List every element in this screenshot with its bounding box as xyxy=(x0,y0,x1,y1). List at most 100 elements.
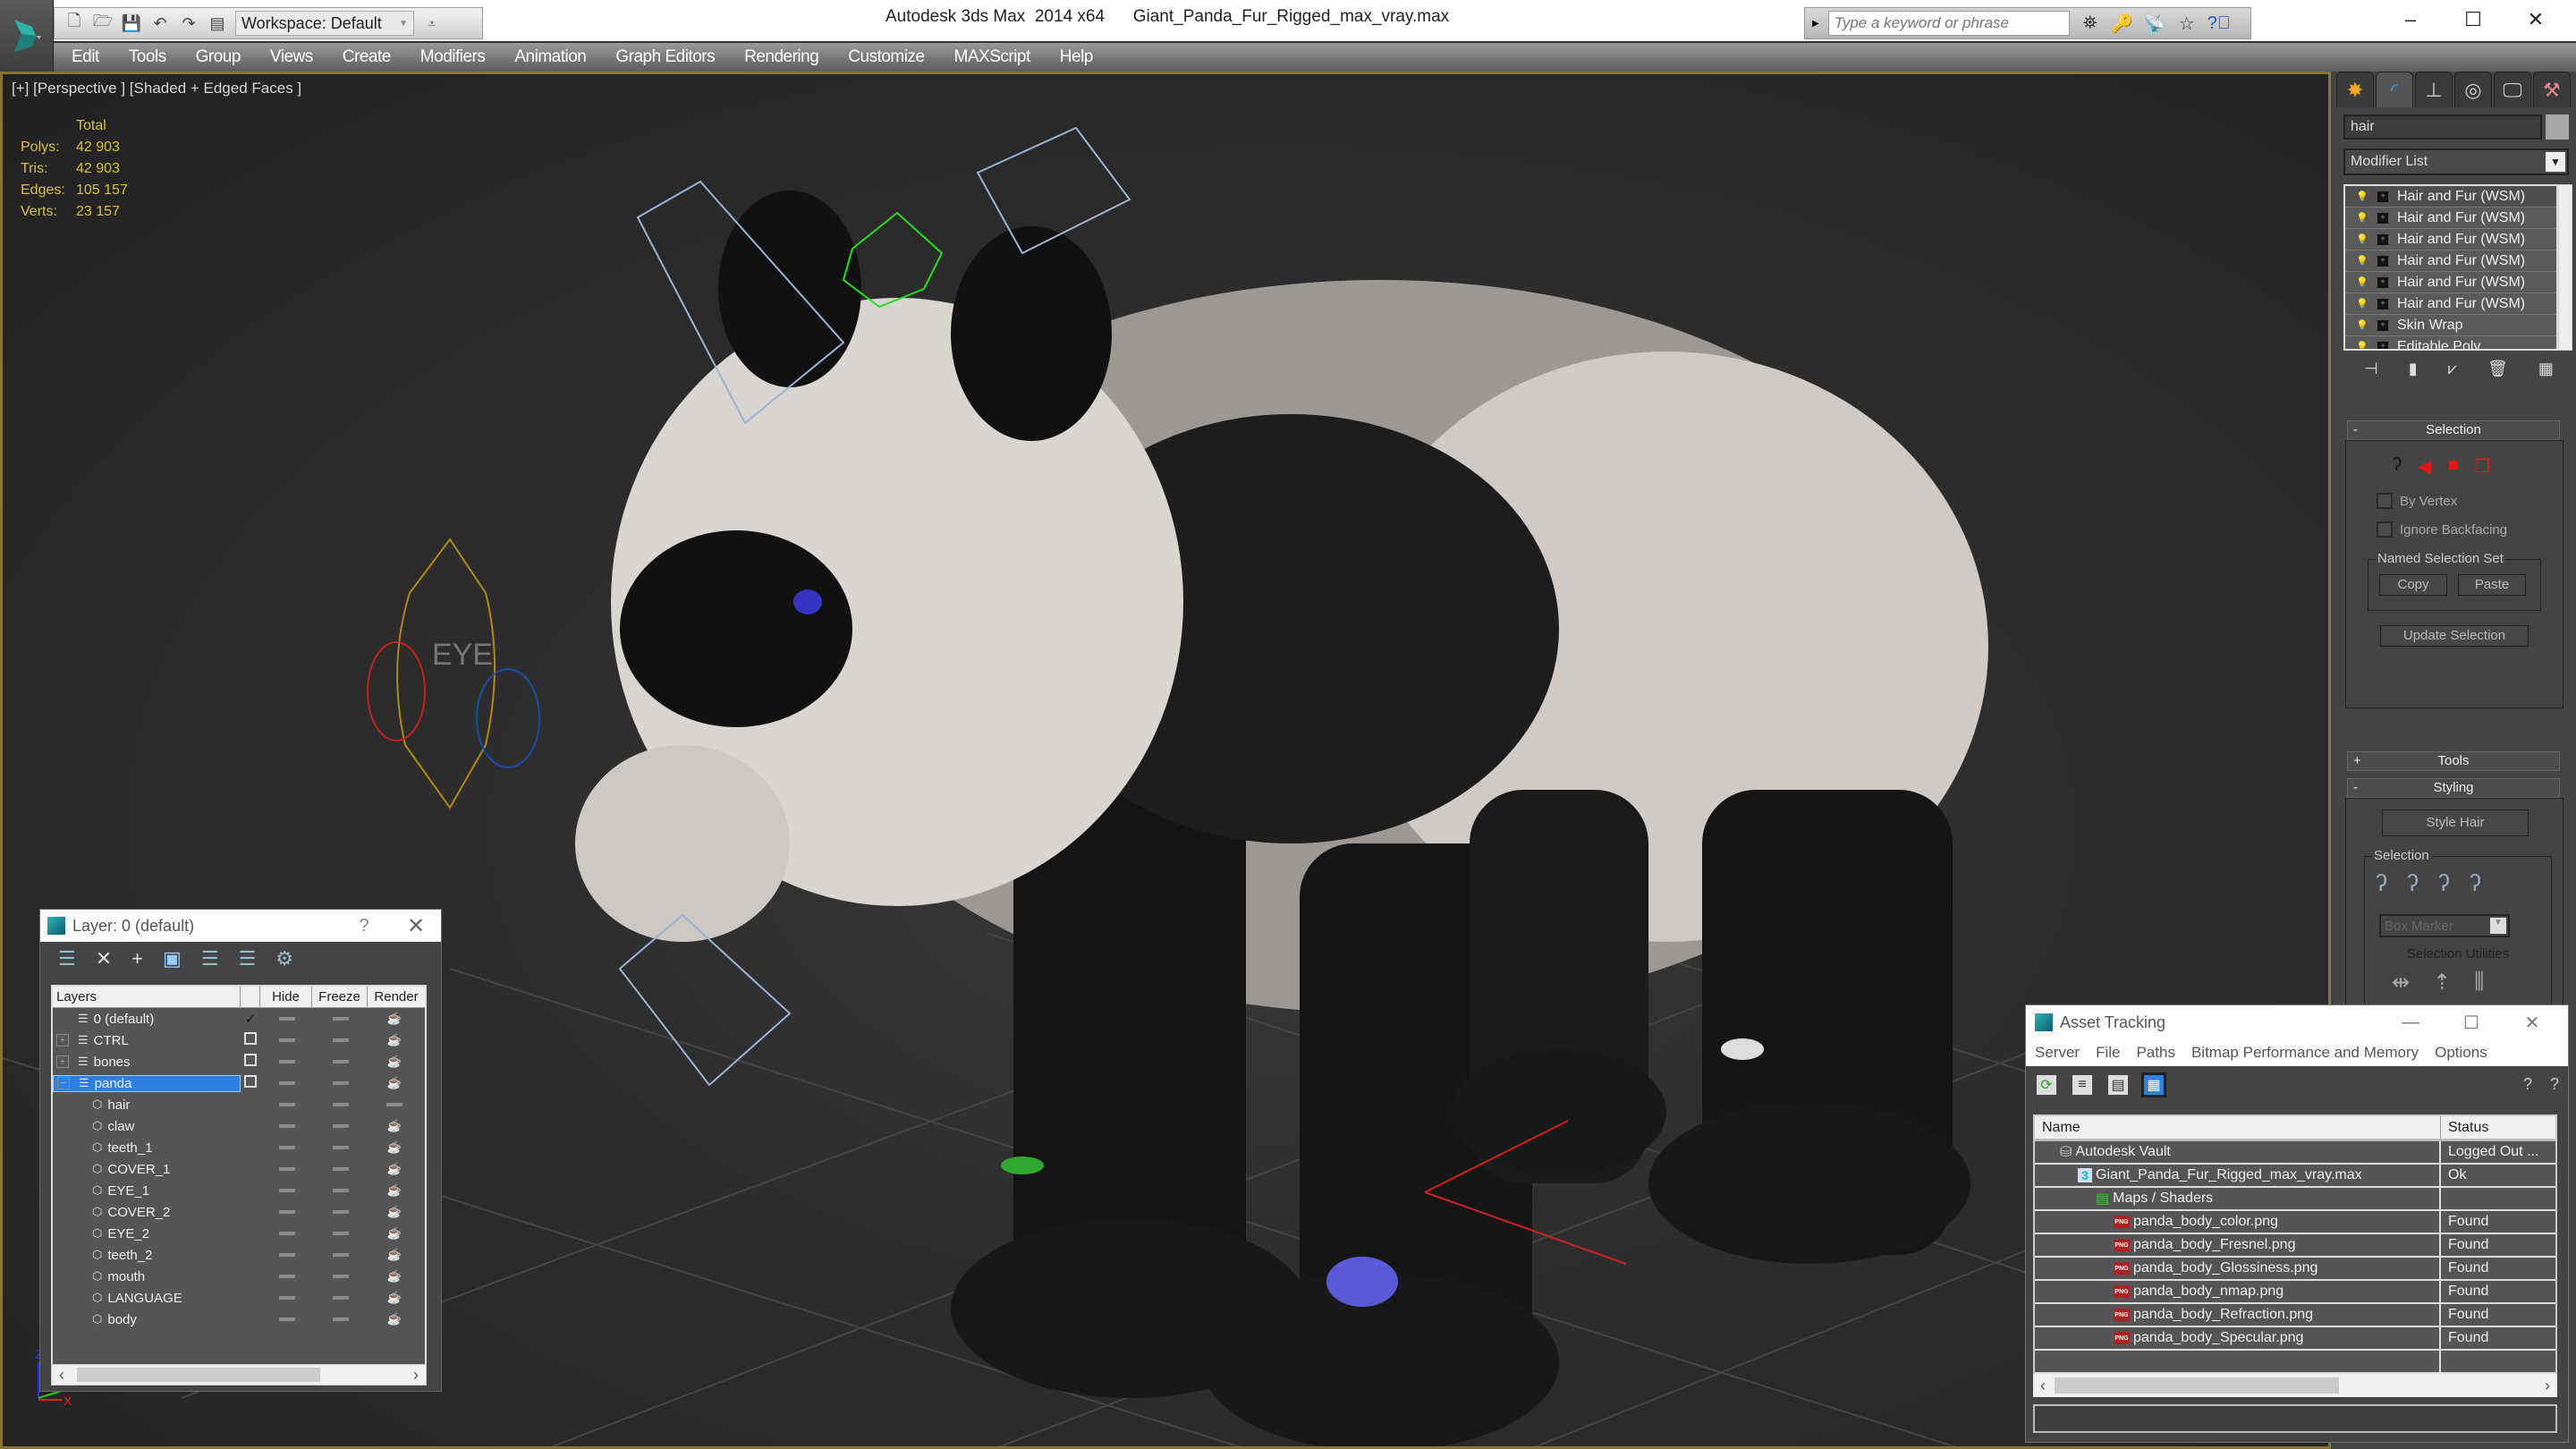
face-subobject-icon[interactable]: ◀ xyxy=(2418,455,2431,478)
modifier-stack-item[interactable]: 💡 + Editable Poly xyxy=(2345,336,2556,349)
key-icon[interactable]: 🔑 xyxy=(2111,13,2134,35)
asset-horizontal-scrollbar[interactable]: ‹ › xyxy=(2033,1374,2557,1397)
tab-modify[interactable]: ◜ xyxy=(2376,72,2413,107)
hide-toggle[interactable] xyxy=(260,1296,314,1300)
render-teapot-icon[interactable]: ☕ xyxy=(368,1248,421,1262)
expand-icon[interactable]: + xyxy=(2377,233,2388,245)
customize-toolbar-icon[interactable]: ⩡ xyxy=(421,13,443,34)
hide-toggle[interactable] xyxy=(260,1253,314,1257)
freeze-toggle[interactable] xyxy=(314,1081,368,1085)
rollout-tools-header[interactable]: + Tools xyxy=(2347,751,2560,771)
current-layer-toggle[interactable] xyxy=(241,1032,260,1048)
menu-views[interactable]: Views xyxy=(270,47,313,67)
show-end-result-icon[interactable]: ▮ xyxy=(2409,360,2418,378)
render-teapot-icon[interactable]: ☕ xyxy=(368,1226,421,1241)
hide-toggle[interactable] xyxy=(260,1146,314,1149)
asset-menu-options[interactable]: Options xyxy=(2435,1044,2487,1062)
layer-properties-icon[interactable]: ⚙ xyxy=(275,947,293,970)
minimize-button[interactable]: — xyxy=(2384,1013,2437,1033)
detail-view-icon[interactable]: ▤ xyxy=(2108,1075,2128,1095)
application-menu-button[interactable] xyxy=(0,0,54,72)
binoculars-icon[interactable]: ⛯ xyxy=(2079,13,2102,34)
highlight-layer-icon[interactable]: ☰ xyxy=(239,947,257,970)
hide-toggle[interactable] xyxy=(260,1318,314,1321)
render-teapot-icon[interactable]: ☕ xyxy=(368,1033,421,1047)
context-help-icon[interactable]: ? xyxy=(2550,1075,2559,1094)
hide-toggle[interactable] xyxy=(260,1232,314,1235)
tab-display[interactable]: 🖵 xyxy=(2494,72,2531,107)
render-toggle[interactable] xyxy=(368,1103,421,1106)
modifier-stack-item[interactable]: 💡 + Hair and Fur (WSM) xyxy=(2345,208,2556,229)
layer-row[interactable]: ⬡ hair xyxy=(53,1094,425,1115)
style-hair-button[interactable]: Style Hair xyxy=(2382,809,2529,836)
refresh-icon[interactable]: ⟳ xyxy=(2037,1075,2056,1095)
layer-row[interactable]: − ☰ panda ☕ xyxy=(53,1072,425,1094)
tab-utilities[interactable]: ⚒ xyxy=(2533,72,2571,107)
modifier-stack-item[interactable]: 💡 + Hair and Fur (WSM) xyxy=(2345,250,2556,272)
modifier-stack-item[interactable]: 💡 + Hair and Fur (WSM) xyxy=(2345,229,2556,250)
select-guide-vertices-icon[interactable]: ʔ xyxy=(2438,869,2450,897)
expand-icon[interactable]: + xyxy=(2377,212,2388,224)
scroll-left-icon[interactable]: ‹ xyxy=(59,1366,64,1385)
save-file-icon[interactable]: 💾 xyxy=(121,13,142,34)
star-icon[interactable]: ☆ xyxy=(2175,13,2199,35)
asset-row[interactable]: PNG panda_body_color.png Found xyxy=(2035,1211,2555,1234)
lightbulb-icon[interactable]: 💡 xyxy=(2356,255,2368,267)
column-layers[interactable]: Layers xyxy=(53,987,241,1007)
menu-animation[interactable]: Animation xyxy=(514,47,587,67)
render-teapot-icon[interactable]: ☕ xyxy=(368,1269,421,1284)
modifier-stack-item[interactable]: 💡 + Hair and Fur (WSM) xyxy=(2345,293,2556,315)
freeze-toggle[interactable] xyxy=(314,1210,368,1214)
lightbulb-icon[interactable]: 💡 xyxy=(2356,319,2368,331)
modifier-stack-item[interactable]: 💡 + Hair and Fur (WSM) xyxy=(2345,272,2556,293)
polygon-subobject-icon[interactable]: ■ xyxy=(2447,455,2458,478)
asset-row[interactable]: PNG panda_body_Glossiness.png Found xyxy=(2035,1258,2555,1281)
layer-row[interactable]: ⬡ teeth_2 ☕ xyxy=(53,1244,425,1266)
asset-menu-bitmap-performance-and-memory[interactable]: Bitmap Performance and Memory xyxy=(2191,1044,2419,1062)
expand-toggle-icon[interactable]: + xyxy=(56,1034,69,1046)
maximize-button[interactable]: ☐ xyxy=(2442,4,2504,36)
expand-icon[interactable]: + xyxy=(2377,341,2388,349)
render-teapot-icon[interactable]: ☕ xyxy=(368,1312,421,1326)
hide-toggle[interactable] xyxy=(260,1210,314,1214)
layer-row[interactable]: ⬡ EYE_2 ☕ xyxy=(53,1223,425,1244)
freeze-toggle[interactable] xyxy=(314,1146,368,1149)
guide-subobject-icon[interactable]: ʔ xyxy=(2393,455,2402,478)
set-current-checkbox[interactable] xyxy=(244,1054,257,1066)
layer-row[interactable]: + ☰ CTRL ☕ xyxy=(53,1030,425,1051)
table-view-icon[interactable]: ▦ xyxy=(2141,1072,2166,1097)
expand-toggle-icon[interactable]: − xyxy=(57,1077,70,1089)
hide-toggle[interactable] xyxy=(260,1081,314,1085)
scroll-thumb[interactable] xyxy=(77,1368,320,1382)
render-teapot-icon[interactable]: ☕ xyxy=(368,1162,421,1176)
paste-button[interactable]: Paste xyxy=(2458,574,2526,596)
update-selection-button[interactable]: Update Selection xyxy=(2380,625,2529,647)
tab-create[interactable]: ✸ xyxy=(2336,72,2374,107)
column-current[interactable] xyxy=(241,987,260,1007)
remove-modifier-icon[interactable]: 🗑 xyxy=(2487,360,2508,378)
menu-group[interactable]: Group xyxy=(196,47,242,67)
open-file-icon[interactable]: 🗁 xyxy=(92,12,114,34)
configure-sets-icon[interactable]: ▦ xyxy=(2538,360,2554,378)
close-button[interactable]: ✕ xyxy=(2504,4,2567,36)
menu-modifiers[interactable]: Modifiers xyxy=(420,47,486,67)
modifier-stack-item[interactable]: 💡 + Skin Wrap xyxy=(2345,315,2556,336)
freeze-toggle[interactable] xyxy=(314,1167,368,1171)
undo-icon[interactable]: ↶ xyxy=(149,13,171,34)
scroll-right-icon[interactable]: › xyxy=(413,1366,419,1385)
make-unique-icon[interactable]: ⩗ xyxy=(2448,360,2457,378)
layer-row[interactable]: ⬡ COVER_2 ☕ xyxy=(53,1201,425,1223)
menu-maxscript[interactable]: MAXScript xyxy=(954,47,1031,67)
modifier-stack-scrollbar[interactable] xyxy=(2558,184,2572,351)
layer-horizontal-scrollbar[interactable]: ‹ › xyxy=(51,1364,427,1385)
expand-arrow-icon[interactable]: ▶ xyxy=(1812,19,1819,29)
invert-selection-icon[interactable]: ⇹ xyxy=(2392,970,2410,996)
lightbulb-icon[interactable]: 💡 xyxy=(2356,298,2368,309)
expand-selection-icon[interactable]: ⫼ xyxy=(2474,970,2484,996)
asset-menu-file[interactable]: File xyxy=(2096,1044,2120,1062)
pin-stack-icon[interactable]: ⊣ xyxy=(2364,360,2378,378)
current-layer-checkmark-icon[interactable]: ✓ xyxy=(241,1011,260,1027)
lightbulb-icon[interactable]: 💡 xyxy=(2356,276,2368,288)
freeze-toggle[interactable] xyxy=(314,1296,368,1300)
lightbulb-icon[interactable]: 💡 xyxy=(2356,233,2368,245)
